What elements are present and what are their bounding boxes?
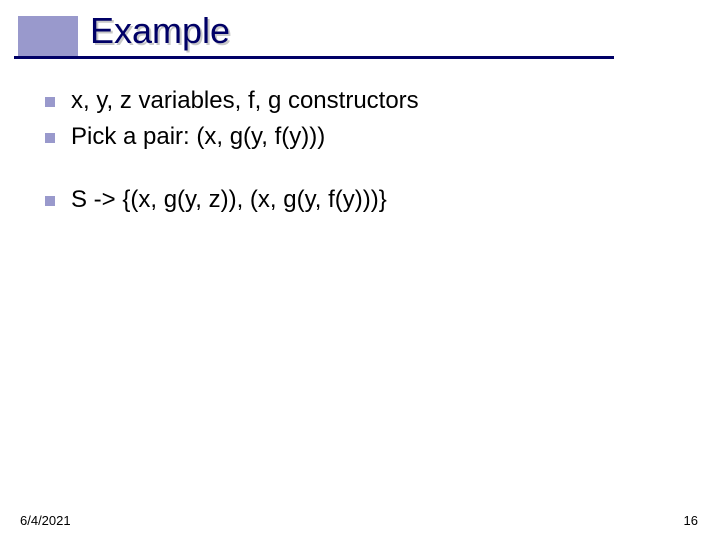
bullet-item: S -> {(x, g(y, z)), (x, g(y, f(y)))} — [45, 184, 685, 216]
bullet-text: S -> {(x, g(y, z)), (x, g(y, f(y)))} — [71, 184, 685, 216]
slide: Example x, y, z variables, f, g construc… — [0, 0, 720, 540]
bullet-square-icon — [45, 196, 55, 206]
bullet-text: Pick a pair: (x, g(y, f(y))) — [71, 121, 685, 153]
bullet-item: x, y, z variables, f, g constructors — [45, 85, 685, 117]
slide-title: Example — [90, 10, 230, 52]
bullet-item: Pick a pair: (x, g(y, f(y))) — [45, 121, 685, 153]
bullet-square-icon — [45, 97, 55, 107]
bullet-square-icon — [45, 133, 55, 143]
bullet-text: x, y, z variables, f, g constructors — [71, 85, 685, 117]
title-area: Example — [0, 10, 720, 70]
title-underline — [14, 56, 614, 59]
footer-page-number: 16 — [684, 513, 698, 528]
footer-date: 6/4/2021 — [20, 513, 71, 528]
body-area: x, y, z variables, f, g constructors Pic… — [45, 85, 685, 220]
title-accent-box — [18, 16, 78, 56]
